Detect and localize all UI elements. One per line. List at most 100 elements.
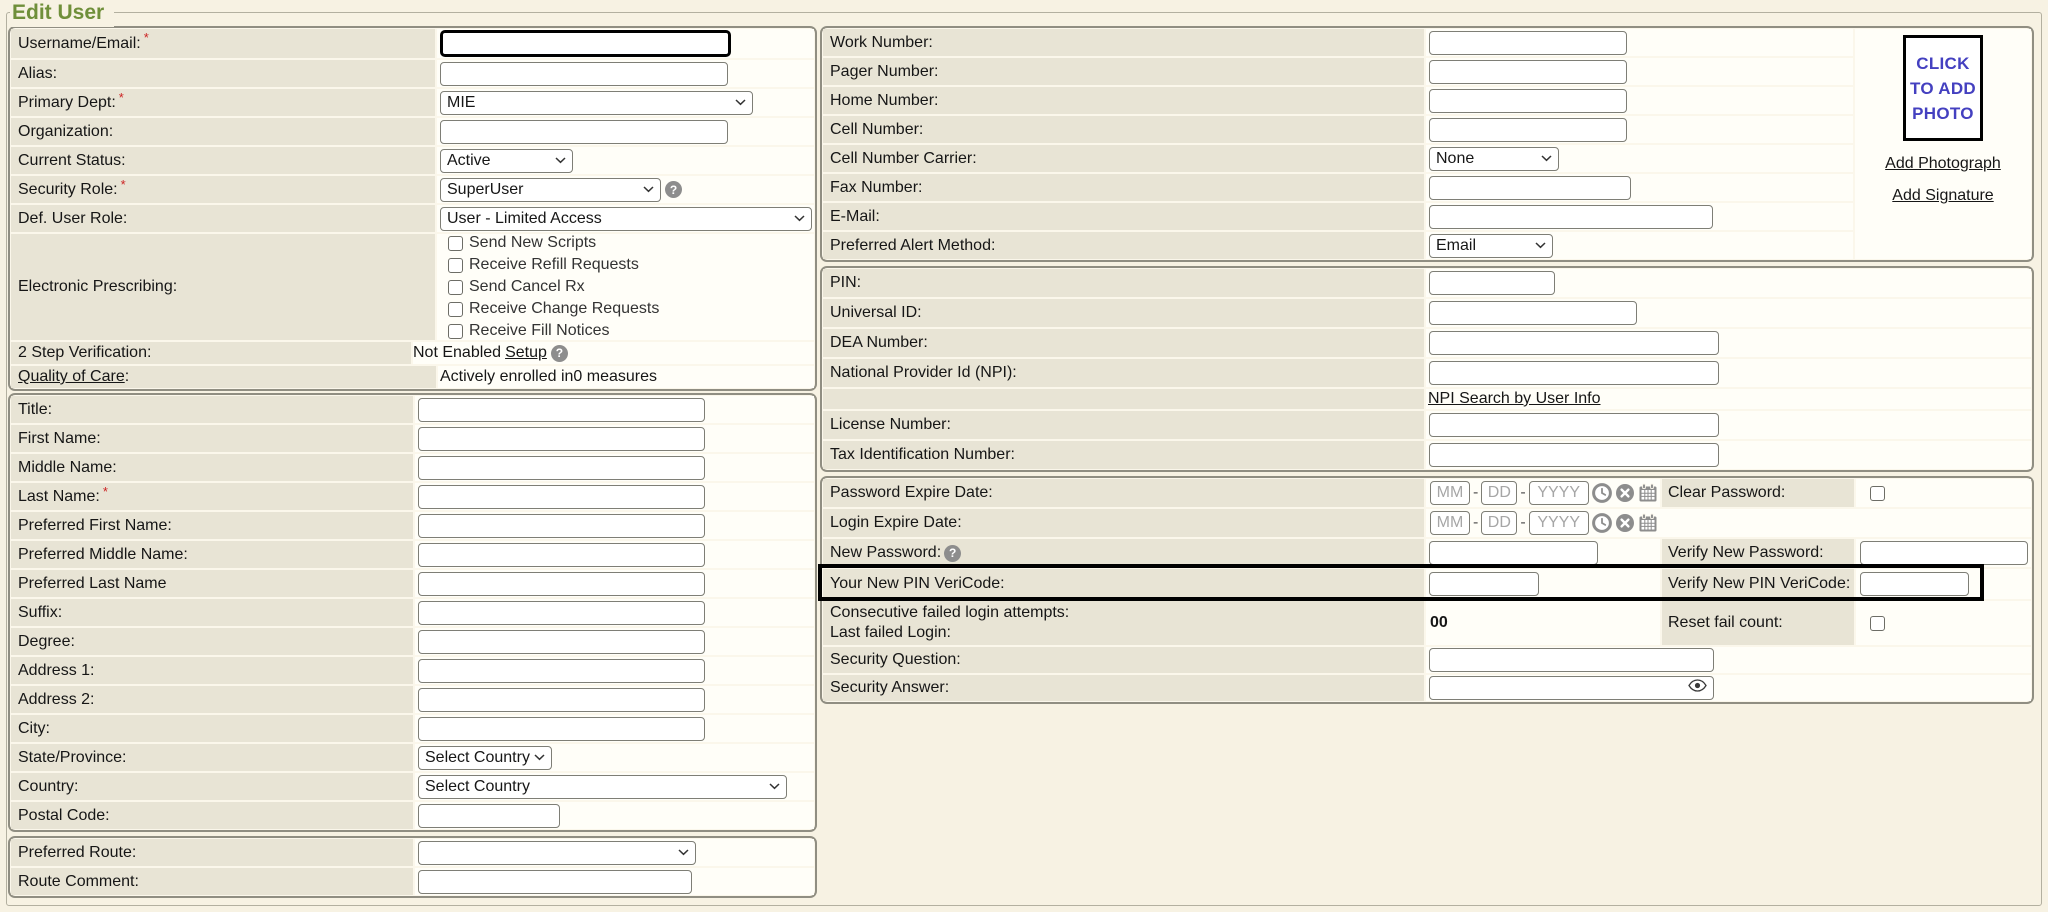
alias-input[interactable] xyxy=(440,62,728,86)
email-input[interactable] xyxy=(1429,205,1713,229)
preferred-route-select[interactable] xyxy=(418,841,696,865)
send-cancel-rx-label: Send Cancel Rx xyxy=(469,278,585,296)
fax-number-input[interactable] xyxy=(1429,176,1631,200)
clear-password-checkbox[interactable] xyxy=(1870,486,1885,501)
photo-upload-box[interactable]: CLICK TO ADD PHOTO xyxy=(1903,35,1983,141)
title-input[interactable] xyxy=(418,398,705,422)
preferred-route-row: Preferred Route: xyxy=(11,839,814,866)
email-row: E-Mail: xyxy=(823,203,1853,230)
calendar-icon[interactable] xyxy=(1638,483,1658,503)
new-password-input[interactable] xyxy=(1429,541,1598,565)
preferred-last-name-row: Preferred Last Name xyxy=(11,570,814,597)
new-password-label: New Password:? xyxy=(823,539,1424,567)
title-row: Title: xyxy=(11,396,814,423)
middle-name-input[interactable] xyxy=(418,456,705,480)
two-step-setup-link[interactable]: Setup xyxy=(505,344,547,362)
security-role-help-icon[interactable]: ? xyxy=(665,181,682,198)
pager-number-label: Pager Number: xyxy=(823,58,1424,85)
new-password-help-icon[interactable]: ? xyxy=(944,545,961,562)
required-marker: * xyxy=(103,487,108,497)
address2-input[interactable] xyxy=(418,688,705,712)
add-signature-link[interactable]: Add Signature xyxy=(1892,187,1993,205)
dea-number-input[interactable] xyxy=(1429,331,1719,355)
organization-input[interactable] xyxy=(440,120,728,144)
tax-id-input[interactable] xyxy=(1429,443,1719,467)
pager-number-input[interactable] xyxy=(1429,60,1627,84)
pin-input[interactable] xyxy=(1429,271,1555,295)
identifiers-section: PIN: Universal ID: DEA Number: National … xyxy=(820,266,2034,472)
security-answer-input[interactable] xyxy=(1429,676,1714,700)
city-input[interactable] xyxy=(418,717,705,741)
universal-id-input[interactable] xyxy=(1429,301,1637,325)
alias-row: Alias: xyxy=(11,60,814,87)
home-number-input[interactable] xyxy=(1429,89,1627,113)
password-expire-dd-input[interactable] xyxy=(1481,481,1517,505)
license-number-input[interactable] xyxy=(1429,413,1719,437)
last-name-input[interactable] xyxy=(418,485,705,509)
preferred-first-name-input[interactable] xyxy=(418,514,705,538)
password-expire-yyyy-input[interactable] xyxy=(1529,481,1589,505)
def-user-role-label: Def. User Role: xyxy=(11,205,435,232)
username-row: Username/Email:* xyxy=(11,29,814,58)
address2-label: Address 2: xyxy=(11,686,413,713)
calendar-icon[interactable] xyxy=(1638,513,1658,533)
work-number-input[interactable] xyxy=(1429,31,1627,55)
cell-carrier-label: Cell Number Carrier: xyxy=(823,145,1424,172)
pin-vericode-label: Your New PIN VeriCode: xyxy=(823,569,1424,599)
postal-code-input[interactable] xyxy=(418,804,560,828)
photo-cell: CLICK TO ADD PHOTO Add Photograph Add Si… xyxy=(1855,29,2031,259)
security-question-input[interactable] xyxy=(1429,648,1714,672)
login-expire-dd-input[interactable] xyxy=(1481,511,1517,535)
verify-pin-vericode-input[interactable] xyxy=(1860,572,1969,596)
clock-icon[interactable] xyxy=(1592,483,1612,503)
send-cancel-rx-checkbox[interactable] xyxy=(448,280,463,295)
route-comment-input[interactable] xyxy=(418,870,692,894)
address1-input[interactable] xyxy=(418,659,705,683)
city-label: City: xyxy=(11,715,413,742)
npi-input[interactable] xyxy=(1429,361,1719,385)
receive-fill-notices-checkbox[interactable] xyxy=(448,324,463,339)
electronic-prescribing-label: Electronic Prescribing: xyxy=(11,234,435,340)
postal-code-label: Postal Code: xyxy=(11,802,413,829)
state-province-select[interactable]: Select Country xyxy=(418,746,552,770)
two-step-help-icon[interactable]: ? xyxy=(551,345,568,362)
universal-id-label: Universal ID: xyxy=(823,299,1424,327)
password-expire-mm-input[interactable] xyxy=(1430,481,1470,505)
password-expire-row: Password Expire Date: - - Clear Password… xyxy=(823,479,2031,507)
send-new-scripts-checkbox[interactable] xyxy=(448,236,463,251)
preferred-last-name-input[interactable] xyxy=(418,572,705,596)
cell-number-input[interactable] xyxy=(1429,118,1627,142)
login-expire-yyyy-input[interactable] xyxy=(1529,511,1589,535)
country-select[interactable]: Select Country xyxy=(418,775,787,799)
receive-change-requests-checkbox[interactable] xyxy=(448,302,463,317)
preferred-alert-method-select[interactable]: Email xyxy=(1429,234,1553,258)
degree-label: Degree: xyxy=(11,628,413,655)
degree-input[interactable] xyxy=(418,630,705,654)
cell-carrier-select[interactable]: None xyxy=(1429,147,1559,171)
username-input[interactable] xyxy=(440,30,731,57)
receive-refill-requests-checkbox[interactable] xyxy=(448,258,463,273)
primary-dept-select[interactable]: MIE xyxy=(440,91,753,115)
organization-row: Organization: xyxy=(11,118,814,145)
home-number-label: Home Number: xyxy=(823,87,1424,114)
suffix-input[interactable] xyxy=(418,601,705,625)
eye-icon[interactable] xyxy=(1688,679,1707,697)
failed-login-row: Consecutive failed login attempts:Last f… xyxy=(823,601,2031,645)
preferred-middle-name-input[interactable] xyxy=(418,543,705,567)
login-expire-mm-input[interactable] xyxy=(1430,511,1470,535)
verify-new-password-input[interactable] xyxy=(1860,541,2028,565)
work-number-label: Work Number: xyxy=(823,29,1424,56)
def-user-role-select[interactable]: User - Limited Access xyxy=(440,207,812,231)
clear-date-icon[interactable] xyxy=(1615,513,1635,533)
quality-of-care-link[interactable]: Quality of Care xyxy=(18,368,125,386)
pin-vericode-input[interactable] xyxy=(1429,572,1539,596)
email-label: E-Mail: xyxy=(823,203,1424,230)
clock-icon[interactable] xyxy=(1592,513,1612,533)
security-role-select[interactable]: SuperUser xyxy=(440,178,661,202)
add-photograph-link[interactable]: Add Photograph xyxy=(1885,155,2001,173)
first-name-input[interactable] xyxy=(418,427,705,451)
clear-date-icon[interactable] xyxy=(1615,483,1635,503)
reset-fail-count-checkbox[interactable] xyxy=(1870,616,1885,631)
npi-search-link[interactable]: NPI Search by User Info xyxy=(1428,390,1601,408)
current-status-select[interactable]: Active xyxy=(440,149,573,173)
